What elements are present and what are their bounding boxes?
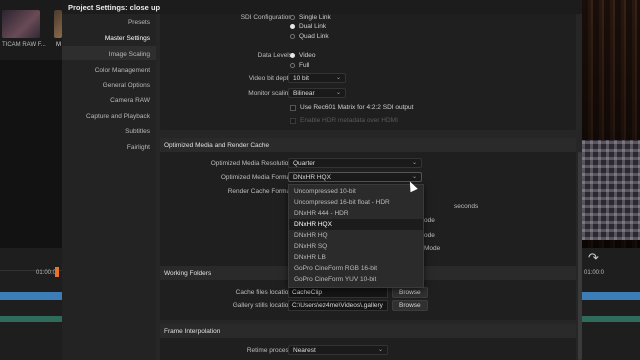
sidebar-item-camera-raw[interactable]: Camera RAW — [110, 97, 150, 104]
gallery-browse-button[interactable]: Browse — [392, 300, 428, 311]
monitor-scaling-value: Bilinear — [293, 90, 315, 97]
format-option[interactable]: DNxHR 444 - HDR — [289, 208, 423, 219]
cache-location-label: Cache files location — [235, 289, 292, 296]
media-clip-thumbnail[interactable] — [2, 10, 40, 38]
format-option[interactable]: Uncompressed 10-bit — [289, 186, 423, 197]
data-levels-full-radio[interactable] — [290, 63, 295, 68]
sdi-quad-link-label: Quad Link — [299, 33, 329, 40]
bit-depth-dropdown[interactable]: 10 bit ⌄ — [288, 73, 346, 83]
chevron-down-icon: ⌄ — [335, 75, 341, 81]
optimized-format-dropdown[interactable]: DNxHR HQX ⌄ — [288, 172, 422, 182]
format-option[interactable]: GoPro CineForm YUV 10-bit — [289, 274, 423, 285]
dialog-title: Project Settings: close up — [62, 0, 582, 14]
data-levels-label: Data Levels — [257, 52, 292, 59]
settings-scrollbar[interactable] — [578, 152, 582, 360]
sidebar-item-subtitles[interactable]: Subtitles — [125, 128, 150, 135]
timeline-audio-clip[interactable] — [0, 316, 62, 322]
bit-depth-value: 10 bit — [293, 75, 309, 82]
sdi-dual-link-label: Dual Link — [299, 23, 327, 30]
sidebar-item-image-scaling[interactable]: Image Scaling — [109, 51, 150, 58]
viewer-video-frame — [582, 0, 640, 248]
timeline-timecode: 01:00:0 — [36, 270, 57, 276]
sdi-dual-link-radio[interactable] — [290, 24, 295, 29]
sidebar-item-general-options[interactable]: General Options — [103, 82, 150, 89]
video-monitoring-panel — [160, 14, 576, 130]
monitor-scaling-dropdown[interactable]: Bilinear ⌄ — [288, 88, 346, 98]
obscured-option-label: ode — [424, 217, 435, 224]
optimized-resolution-value: Quarter — [293, 160, 316, 167]
media-pool: TICAM RAW F... M — [0, 0, 62, 60]
sidebar-item-master-settings[interactable]: Master Settings — [105, 35, 150, 42]
sidebar-item-presets[interactable]: Presets — [128, 19, 150, 26]
format-option[interactable]: GoPro CineForm RGB 16-bit — [289, 263, 423, 274]
sidebar-item-color-management[interactable]: Color Management — [95, 67, 150, 74]
timeline-video-clip[interactable] — [0, 292, 62, 300]
settings-sidebar: Presets Master Settings Image Scaling Co… — [62, 14, 156, 360]
media-clip-label: M — [56, 42, 61, 48]
sdi-single-link-label: Single Link — [299, 14, 331, 21]
optimized-resolution-label: Optimized Media Resolution — [210, 160, 292, 167]
data-levels-video-radio[interactable] — [290, 53, 295, 58]
project-settings-dialog: Project Settings: close up Presets Maste… — [62, 0, 582, 360]
format-option[interactable]: Uncompressed 16-bit float - HDR — [289, 197, 423, 208]
editor-window: TICAM RAW F... M 01:00:0 ↷ 01:00:0 Proje… — [0, 0, 640, 360]
optimized-format-value: DNxHR HQX — [293, 174, 331, 181]
hdr-metadata-checkbox — [290, 118, 296, 124]
media-clip-label: TICAM RAW F... — [2, 42, 46, 48]
render-cache-seconds-label: seconds — [454, 203, 479, 210]
sdi-configuration-label: SDI Configuration — [240, 14, 292, 21]
chevron-down-icon: ⌄ — [335, 90, 341, 96]
playhead[interactable] — [55, 267, 59, 277]
sdi-quad-link-radio[interactable] — [290, 34, 295, 39]
optimized-media-section-header: Optimized Media and Render Cache — [160, 138, 576, 152]
retime-process-label: Retime process — [246, 347, 292, 354]
cache-browse-button[interactable]: Browse — [392, 287, 428, 298]
timeline-video-clip[interactable] — [582, 292, 640, 300]
rec601-label: Use Rec601 Matrix for 4:2:2 SDI output — [300, 104, 414, 111]
data-levels-video-label: Video — [299, 52, 316, 59]
optimized-format-menu: Uncompressed 10-bit Uncompressed 16-bit … — [288, 184, 424, 288]
media-clip-thumbnail[interactable] — [54, 10, 62, 38]
optimized-resolution-dropdown[interactable]: Quarter ⌄ — [288, 158, 422, 168]
monitor-scaling-label: Monitor scaling — [248, 90, 292, 97]
cache-location-field[interactable]: CacheClip — [288, 287, 388, 298]
data-levels-full-label: Full — [299, 62, 310, 69]
chevron-down-icon: ⌄ — [411, 160, 417, 166]
rec601-checkbox[interactable] — [290, 105, 296, 111]
retime-process-dropdown[interactable]: Nearest ⌄ — [288, 345, 388, 355]
format-option[interactable]: DNxHR LB — [289, 252, 423, 263]
gallery-location-field[interactable]: C:\Users\ez4me\Videos\.gallery — [288, 300, 388, 311]
viewer-plaid-region — [582, 140, 640, 240]
retime-process-value: Nearest — [293, 347, 316, 354]
format-option-selected[interactable]: DNxHR HQX — [289, 219, 423, 230]
timeline-left — [0, 248, 62, 360]
format-option[interactable]: DNxHR HQ — [289, 230, 423, 241]
bit-depth-label: Video bit depth — [248, 75, 292, 82]
redo-icon[interactable]: ↷ — [588, 250, 599, 266]
hdr-metadata-label: Enable HDR metadata over HDMI — [300, 117, 398, 124]
gallery-location-label: Gallery stills location — [232, 302, 292, 309]
sidebar-item-fairlight[interactable]: Fairlight — [127, 144, 150, 151]
sidebar-item-capture-playback[interactable]: Capture and Playback — [86, 113, 150, 120]
frame-interpolation-section-header: Frame Interpolation — [160, 324, 576, 338]
format-option[interactable]: DNxHR SQ — [289, 241, 423, 252]
sdi-single-link-radio[interactable] — [290, 15, 295, 20]
timeline-timecode: 01:00:0 — [584, 270, 605, 276]
obscured-option-label: ode — [424, 232, 435, 239]
chevron-down-icon: ⌄ — [377, 347, 383, 353]
timeline-audio-clip[interactable] — [582, 316, 640, 322]
optimized-format-label: Optimized Media Format — [220, 174, 292, 181]
render-cache-label: Render Cache Format — [227, 188, 292, 195]
